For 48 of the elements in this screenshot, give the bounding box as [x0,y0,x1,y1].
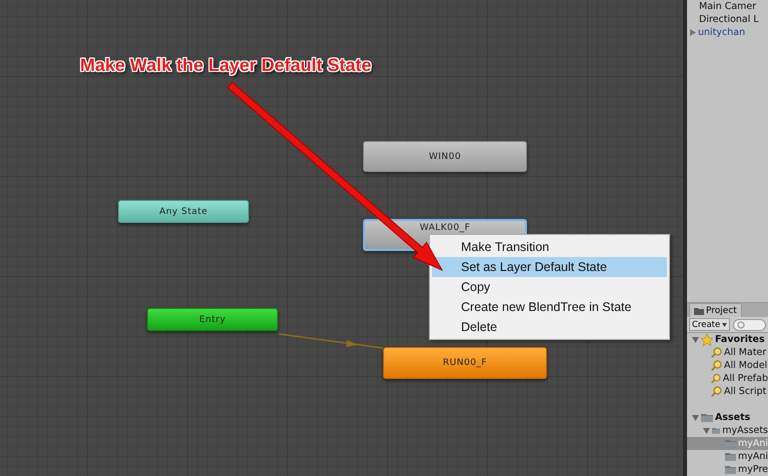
state-node[interactable]: WIN00 [363,141,527,172]
folder-icon [694,306,704,314]
caret-icon [722,322,728,326]
favorite-item[interactable]: All Prefab [722,373,768,384]
folder-row[interactable]: myAni [687,450,768,463]
favorite-item[interactable]: All Mater [724,347,766,358]
expand-arrow-icon[interactable] [690,29,696,36]
annotation-text: Make Walk the Layer Default State [80,55,372,76]
create-button[interactable]: Create [689,318,730,331]
state-node[interactable]: RUN00_F [383,347,547,379]
search-field[interactable] [733,318,766,330]
favorites-label[interactable]: Favorites [715,334,765,345]
search-icon [711,360,722,371]
folder-row[interactable]: myAssets [687,424,768,437]
search-icon [737,320,746,328]
menu-item[interactable]: Copy [432,277,667,297]
folder-label: myPre [738,464,768,475]
folder-label: Assets [715,412,750,423]
search-icon [711,347,722,358]
expand-arrow-icon[interactable] [703,428,710,434]
folder-label: myAni [738,438,768,449]
favorite-item[interactable]: All Model [724,360,768,371]
folder-label: myAni [738,451,768,462]
folder-icon [724,439,736,448]
expand-arrow-icon[interactable] [691,336,699,342]
state-node[interactable]: Entry [147,308,278,331]
star-icon [701,334,713,346]
hierarchy-item[interactable]: Directional L [699,14,759,25]
folder-row[interactable]: Assets [687,411,768,424]
search-icon [711,373,721,384]
state-node[interactable]: Any State [118,200,249,223]
folder-icon [712,426,720,435]
favorite-item[interactable]: All Script [724,386,766,397]
expand-arrow-icon[interactable] [691,414,699,420]
folder-icon [724,465,736,474]
menu-item[interactable]: Delete [432,317,667,337]
folder-label: myAssets [722,425,768,436]
folder-icon [724,452,736,461]
menu-item[interactable]: Make Transition [432,237,667,257]
search-icon [711,386,722,397]
menu-item[interactable]: Set as Layer Default State [432,257,667,277]
transition-arrow[interactable] [279,333,383,349]
hierarchy-item[interactable]: unitychan [698,27,746,38]
menu-item[interactable]: Create new BlendTree in State [432,297,667,317]
folder-icon [701,413,713,422]
project-tab[interactable]: Project [689,303,742,317]
hierarchy-item[interactable]: Main Camer [699,1,756,12]
folder-row[interactable]: myPre [687,463,768,476]
